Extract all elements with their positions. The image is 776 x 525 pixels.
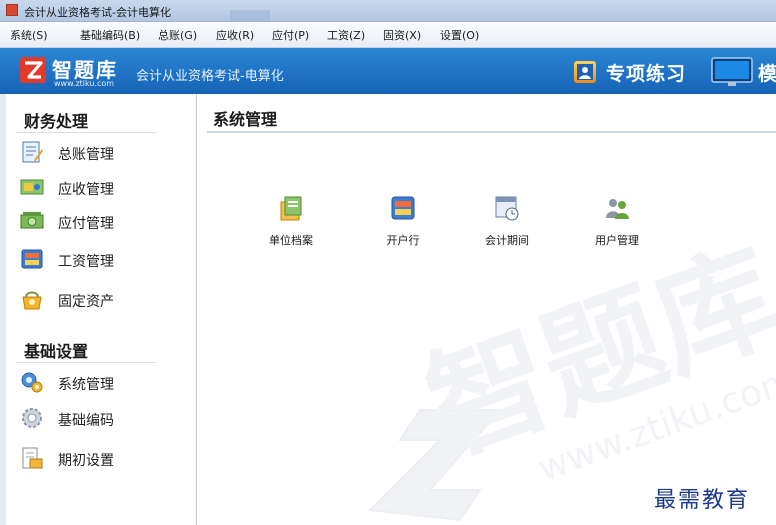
- users-icon: [606, 199, 629, 219]
- sidebar-item-label: 总账管理: [58, 147, 114, 163]
- sidebar-edge: [0, 94, 6, 525]
- menu-bar: 系统(S) 基础编码(B) 总账(G) 应收(R) 应付(P) 工资(Z) 固资…: [0, 22, 776, 48]
- brand-url: www.ztiku.com: [54, 79, 115, 88]
- sidebar-item-label: 基础编码: [58, 413, 114, 429]
- menu-settings[interactable]: 设置(O): [440, 27, 479, 43]
- banner-subtitle: 会计从业资格考试-电算化: [136, 69, 284, 84]
- sidebar-item-label: 固定资产: [58, 294, 114, 310]
- background-tab: [230, 10, 270, 22]
- sidebar-item-basic-codes[interactable]: 基础编码: [20, 404, 190, 434]
- window-title: 会计从业资格考试-会计电算化: [24, 6, 171, 19]
- fixed-asset-icon: [22, 291, 42, 310]
- sidebar-item-system-management[interactable]: 系统管理: [20, 368, 190, 398]
- receivable-icon: [20, 179, 44, 195]
- sidebar-item-payroll[interactable]: 工资管理: [20, 245, 190, 275]
- corner-brand-text: 最需教育: [654, 488, 751, 513]
- menu-fixed-assets[interactable]: 固资(X): [383, 27, 421, 43]
- title-divider: [207, 131, 776, 133]
- tool-label: 单位档案: [269, 234, 313, 247]
- sidebar-item-opening-settings[interactable]: 期初设置: [20, 444, 190, 474]
- sidebar-item-label: 应付管理: [58, 216, 114, 232]
- payroll-icon: [21, 249, 43, 269]
- payable-icon: [20, 212, 44, 229]
- sidebar-item-label: 期初设置: [58, 453, 114, 469]
- system-gears-icon: [21, 372, 43, 393]
- sidebar-item-label: 工资管理: [58, 254, 114, 270]
- section-title-finance: 财务处理: [24, 112, 89, 131]
- bank-card-icon: [391, 196, 415, 220]
- sidebar-item-label: 系统管理: [58, 377, 114, 393]
- section-divider: [16, 362, 156, 363]
- sidebar-item-ledger[interactable]: 总账管理: [20, 138, 190, 168]
- menu-system[interactable]: 系统(S): [10, 27, 48, 43]
- app-icon: [6, 4, 18, 16]
- watermark: 智题库 www.ztiku.com: [360, 230, 776, 525]
- person-icon[interactable]: [574, 61, 596, 83]
- brand-logo-icon: [20, 57, 46, 83]
- menu-payables[interactable]: 应付(P): [272, 27, 309, 43]
- menu-general-ledger[interactable]: 总账(G): [158, 27, 197, 43]
- page-title: 系统管理: [213, 110, 278, 129]
- mock-exam-button[interactable]: 模: [758, 59, 776, 86]
- sidebar-item-fixed-assets[interactable]: 固定资产: [20, 285, 190, 315]
- tool-company-file[interactable]: 单位档案: [251, 194, 331, 254]
- window-title-bar: 会计从业资格考试-会计电算化: [0, 0, 776, 22]
- special-practice-button[interactable]: 专项练习: [606, 59, 686, 86]
- company-file-icon: [280, 196, 302, 221]
- calendar-clock-icon: [495, 196, 519, 221]
- opening-balance-icon: [22, 447, 43, 469]
- banner: 智题库 www.ztiku.com 会计从业资格考试-电算化 专项练习 模: [0, 48, 776, 94]
- sidebar-item-label: 应收管理: [58, 182, 114, 198]
- menu-receivables[interactable]: 应收(R): [216, 27, 254, 43]
- ledger-icon: [22, 141, 43, 163]
- monitor-icon[interactable]: [710, 56, 756, 88]
- menu-payroll[interactable]: 工资(Z): [327, 27, 365, 43]
- section-divider: [16, 132, 156, 133]
- gear-icon: [22, 408, 42, 428]
- sidebar-item-payables[interactable]: 应付管理: [20, 207, 190, 237]
- sidebar: 财务处理 总账管理 应收管理 应付管理 工资管理 固定资产 基础设置 系统管理 …: [0, 94, 197, 525]
- menu-basic-codes[interactable]: 基础编码(B): [80, 27, 140, 43]
- sidebar-item-receivables[interactable]: 应收管理: [20, 173, 190, 203]
- section-title-basic-settings: 基础设置: [24, 342, 89, 361]
